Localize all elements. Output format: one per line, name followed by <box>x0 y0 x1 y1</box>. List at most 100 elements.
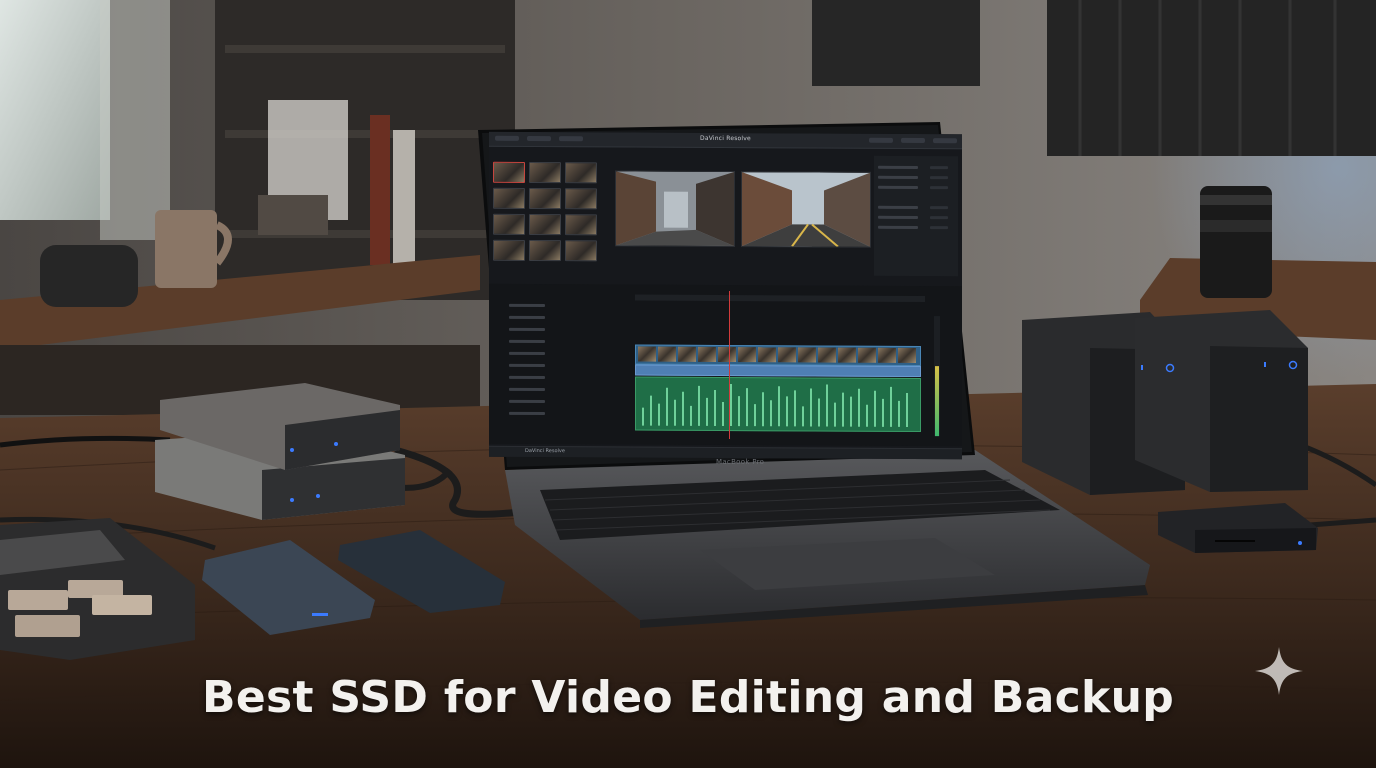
waveform-bar <box>658 403 660 426</box>
track-label <box>509 387 545 392</box>
waveform-bar <box>898 400 900 427</box>
track-label <box>509 339 545 344</box>
playhead <box>729 291 730 440</box>
waveform-bar <box>714 389 716 426</box>
inspector-row <box>878 175 918 180</box>
street-frame-image <box>616 171 734 247</box>
waveform-bar <box>858 388 860 427</box>
photo-scene: DaVinci Resolve DaVinci Resolve MacBook … <box>0 0 1376 768</box>
waveform-bar <box>778 386 780 427</box>
media-thumbnail <box>565 214 597 236</box>
track-label <box>509 363 545 368</box>
waveform-bar <box>834 402 836 427</box>
clip-frame <box>698 346 716 362</box>
inspector-value <box>930 186 948 190</box>
waveform-bar <box>746 388 748 427</box>
media-thumbnail <box>565 162 597 184</box>
clip-frame <box>658 346 676 362</box>
toolbar-item <box>527 135 551 142</box>
media-thumbnail <box>529 239 561 262</box>
audio-clip <box>635 376 921 433</box>
track-label <box>509 315 545 320</box>
waveform-bar <box>706 397 708 426</box>
clip-frame <box>878 347 896 363</box>
inspector-value <box>930 206 948 210</box>
media-pool <box>493 161 601 271</box>
clip-frame <box>898 347 916 363</box>
inspector-value <box>930 176 948 180</box>
media-thumbnail <box>565 188 597 210</box>
source-viewer <box>615 170 735 248</box>
waveform-bar <box>666 387 668 426</box>
clip-frame <box>818 347 836 363</box>
waveform-bar <box>674 399 676 426</box>
waveform-bar <box>762 392 764 427</box>
audio-meter <box>934 316 940 437</box>
waveform-bar <box>698 385 700 426</box>
inspector-row <box>878 215 918 220</box>
inspector-panel <box>874 155 958 277</box>
toolbar-item <box>495 135 519 141</box>
street-frame-image <box>742 172 870 248</box>
editor-title-bar: DaVinci Resolve <box>489 131 962 150</box>
waveform-bar <box>850 396 852 427</box>
waveform-bar <box>682 391 684 426</box>
waveform-bar <box>730 384 732 427</box>
waveform-bar <box>650 395 652 426</box>
waveform-bar <box>690 405 692 426</box>
clip-frame <box>638 346 656 362</box>
timeline-viewer <box>741 171 871 248</box>
clip-frame <box>738 347 756 363</box>
inspector-row <box>878 165 918 170</box>
waveform-bar <box>754 404 756 427</box>
inspector-value <box>930 226 948 230</box>
track-label <box>509 411 545 416</box>
waveform-bar <box>802 406 804 427</box>
waveform-bar <box>882 398 884 427</box>
media-thumbnail <box>529 161 561 184</box>
clip-frame <box>758 347 776 363</box>
waveform-bar <box>722 401 724 426</box>
waveform-bar <box>810 388 812 427</box>
media-thumbnail <box>493 213 525 235</box>
track-label <box>509 327 545 332</box>
timeline <box>489 283 962 447</box>
video-clip <box>635 344 921 367</box>
timeline-ruler <box>635 294 925 303</box>
toolbar-item <box>901 137 925 144</box>
waveform-bar <box>738 396 740 427</box>
waveform-bar <box>826 384 828 427</box>
clip-frame <box>838 347 856 363</box>
waveform-bar <box>842 392 844 427</box>
laptop-lid-brand: MacBook Pro <box>716 458 765 466</box>
waveform-bar <box>906 392 908 427</box>
media-thumbnail <box>565 240 597 262</box>
toolbar-item <box>869 137 893 143</box>
toolbar-item <box>559 136 583 142</box>
media-thumbnail <box>493 187 525 209</box>
clip-frame <box>718 346 736 363</box>
waveform-bar <box>890 386 892 427</box>
clip-frame <box>798 347 816 363</box>
laptop-screen: DaVinci Resolve DaVinci Resolve <box>489 131 962 460</box>
track-label <box>509 399 545 404</box>
inspector-row <box>878 185 918 190</box>
clip-frame <box>678 346 696 362</box>
waveform-bar <box>770 400 772 427</box>
caption-title: Best SSD for Video Editing and Backup <box>201 672 1174 723</box>
track-label <box>509 351 545 356</box>
inspector-row <box>878 225 918 230</box>
audio-meter-level <box>935 366 939 437</box>
media-thumbnail <box>493 161 525 183</box>
clip-frame <box>858 347 876 363</box>
clip-frame <box>778 347 796 363</box>
inspector-value <box>930 166 948 170</box>
media-thumbnail <box>529 213 561 236</box>
title-clip <box>635 364 921 378</box>
inspector-value <box>930 216 948 220</box>
media-thumbnail <box>529 187 561 210</box>
waveform-bar <box>866 404 868 427</box>
waveform-bar <box>874 390 876 427</box>
waveform-bar <box>642 407 644 426</box>
app-brand: DaVinci Resolve <box>525 447 565 455</box>
